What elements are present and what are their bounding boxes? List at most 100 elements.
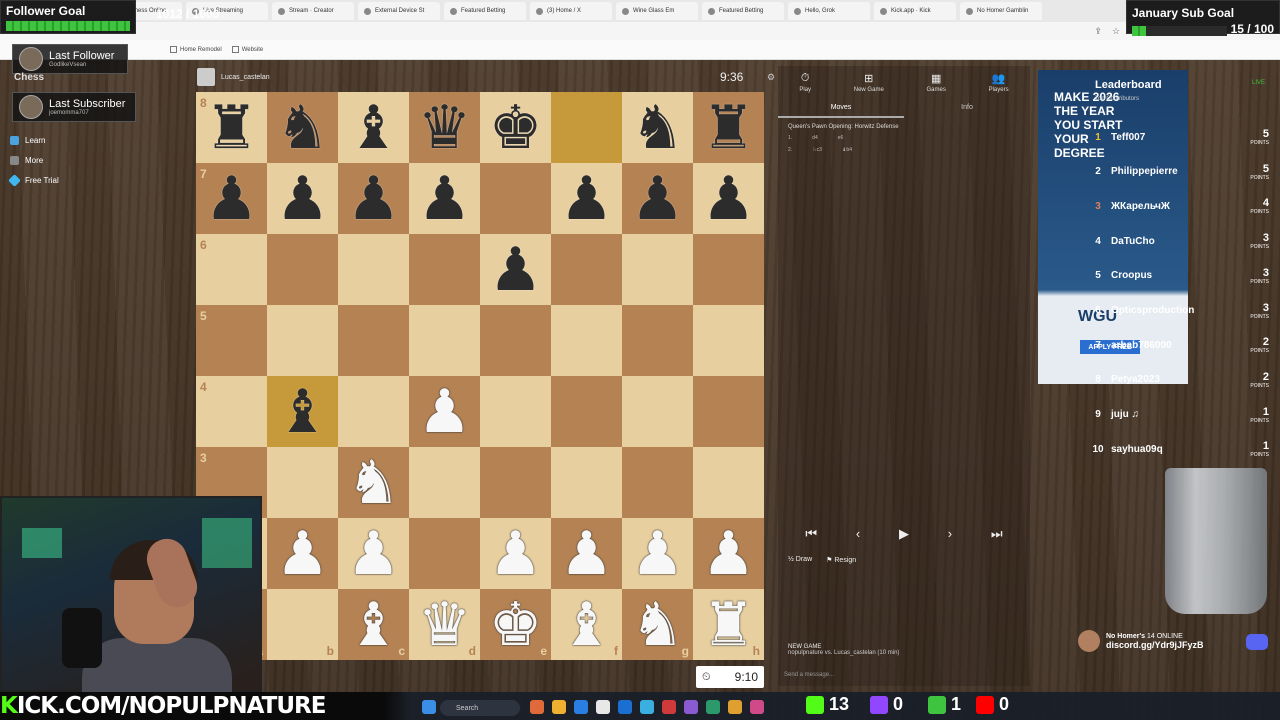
nav-new-game[interactable]: ⊞ New Game [854, 72, 884, 93]
board-square-e8[interactable]: ♚ [480, 92, 551, 163]
black-pawn-piece[interactable]: ♟ [418, 169, 472, 229]
folder-icon[interactable] [552, 700, 566, 714]
board-square-c6[interactable] [338, 234, 409, 305]
board-square-a8[interactable]: 8 ♜ [196, 92, 267, 163]
browser-tab[interactable]: (3) Home / X [530, 2, 612, 20]
taskbar-search[interactable]: Search [440, 700, 520, 716]
black-bishop-piece[interactable]: ♝ [276, 382, 330, 442]
browser-tab[interactable]: Hello, Grok [788, 2, 870, 20]
chrome-icon[interactable] [596, 700, 610, 714]
black-pawn-piece[interactable]: ♟ [489, 240, 543, 300]
board-square-b7[interactable]: ♟ [267, 163, 338, 234]
windows-start-icon[interactable] [422, 700, 436, 714]
board-square-a7[interactable]: 7 ♟ [196, 163, 267, 234]
edge-icon[interactable] [574, 700, 588, 714]
board-square-d7[interactable]: ♟ [409, 163, 480, 234]
white-bishop-piece[interactable]: ♝ [560, 595, 614, 655]
board-square-c7[interactable]: ♟ [338, 163, 409, 234]
bookmark-star-icon[interactable]: ☆ [1112, 26, 1120, 37]
board-square-f8[interactable] [551, 92, 622, 163]
board-square-g1[interactable]: g ♞ [622, 589, 693, 660]
board-square-c1[interactable]: c ♝ [338, 589, 409, 660]
board-square-h6[interactable] [693, 234, 764, 305]
board-square-d5[interactable] [409, 305, 480, 376]
board-square-b3[interactable] [267, 447, 338, 518]
black-pawn-piece[interactable]: ♟ [276, 169, 330, 229]
board-square-b4[interactable]: ♝ [267, 376, 338, 447]
board-square-f1[interactable]: f ♝ [551, 589, 622, 660]
app-icon[interactable] [640, 700, 654, 714]
board-square-a4[interactable]: 4 [196, 376, 267, 447]
board-square-h2[interactable]: ♟ [693, 518, 764, 589]
board-square-b1[interactable]: b [267, 589, 338, 660]
board-square-a6[interactable]: 6 [196, 234, 267, 305]
board-square-b6[interactable] [267, 234, 338, 305]
black-pawn-piece[interactable]: ♟ [205, 169, 259, 229]
board-square-g6[interactable] [622, 234, 693, 305]
board-square-c4[interactable] [338, 376, 409, 447]
next-move-button[interactable]: ▶ [899, 526, 909, 542]
board-square-e3[interactable] [480, 447, 551, 518]
board-square-e6[interactable]: ♟ [480, 234, 551, 305]
board-square-f3[interactable] [551, 447, 622, 518]
draw-button[interactable]: ½ Draw [788, 556, 812, 564]
board-square-g4[interactable] [622, 376, 693, 447]
board-square-b2[interactable]: ♟ [267, 518, 338, 589]
board-square-h4[interactable] [693, 376, 764, 447]
move-white[interactable]: d4 [812, 135, 818, 141]
app-icon[interactable] [684, 700, 698, 714]
board-square-d2[interactable] [409, 518, 480, 589]
board-square-f2[interactable]: ♟ [551, 518, 622, 589]
share-icon[interactable]: ⇪ [1094, 26, 1102, 37]
black-knight-piece[interactable]: ♞ [631, 98, 685, 158]
white-pawn-piece[interactable]: ♟ [560, 524, 614, 584]
board-square-e5[interactable] [480, 305, 551, 376]
white-pawn-piece[interactable]: ♟ [631, 524, 685, 584]
white-queen-piece[interactable]: ♛ [418, 595, 472, 655]
board-square-d6[interactable] [409, 234, 480, 305]
browser-tab[interactable]: Featured Betting [702, 2, 784, 20]
browser-tab[interactable]: Featured Betting [444, 2, 526, 20]
white-rook-piece[interactable]: ♜ [702, 595, 756, 655]
board-square-e2[interactable]: ♟ [480, 518, 551, 589]
nav-players[interactable]: 👥 Players [989, 72, 1009, 93]
white-pawn-piece[interactable]: ♟ [702, 524, 756, 584]
black-queen-piece[interactable]: ♛ [418, 98, 472, 158]
bookmark-item[interactable]: Home Remodel [170, 46, 222, 53]
black-pawn-piece[interactable]: ♟ [631, 169, 685, 229]
settings-gear-icon[interactable]: ⚙ [767, 72, 775, 83]
board-square-d4[interactable]: ♟ [409, 376, 480, 447]
board-square-h8[interactable]: ♜ [693, 92, 764, 163]
board-square-c8[interactable]: ♝ [338, 92, 409, 163]
board-square-c2[interactable]: ♟ [338, 518, 409, 589]
app-icon[interactable] [530, 700, 544, 714]
board-square-c3[interactable]: ♞ [338, 447, 409, 518]
browser-tab[interactable]: Wine Glass Em [616, 2, 698, 20]
black-king-piece[interactable]: ♚ [489, 98, 543, 158]
last-move-button[interactable]: ⏭ [991, 526, 1003, 542]
board-square-h7[interactable]: ♟ [693, 163, 764, 234]
board-square-e4[interactable] [480, 376, 551, 447]
board-square-d3[interactable] [409, 447, 480, 518]
white-pawn-piece[interactable]: ♟ [418, 382, 472, 442]
board-square-e1[interactable]: e ♚ [480, 589, 551, 660]
board-square-d1[interactable]: d ♛ [409, 589, 480, 660]
board-square-g7[interactable]: ♟ [622, 163, 693, 234]
sidebar-item-free-trial[interactable]: Free Trial [8, 174, 59, 187]
board-square-h5[interactable] [693, 305, 764, 376]
first-move-button[interactable]: ⏮ [805, 526, 817, 542]
board-square-f5[interactable] [551, 305, 622, 376]
app-icon[interactable] [618, 700, 632, 714]
nav-games[interactable]: ▦ Games [927, 72, 946, 93]
opponent-avatar[interactable] [197, 68, 215, 86]
board-square-d8[interactable]: ♛ [409, 92, 480, 163]
black-pawn-piece[interactable]: ♟ [347, 169, 401, 229]
black-pawn-piece[interactable]: ♟ [702, 169, 756, 229]
app-icon[interactable] [706, 700, 720, 714]
board-square-a5[interactable]: 5 [196, 305, 267, 376]
board-square-e7[interactable] [480, 163, 551, 234]
app-icon[interactable] [750, 700, 764, 714]
board-square-g2[interactable]: ♟ [622, 518, 693, 589]
board-square-h3[interactable] [693, 447, 764, 518]
opponent-name[interactable]: Lucas_castelan [221, 74, 270, 81]
